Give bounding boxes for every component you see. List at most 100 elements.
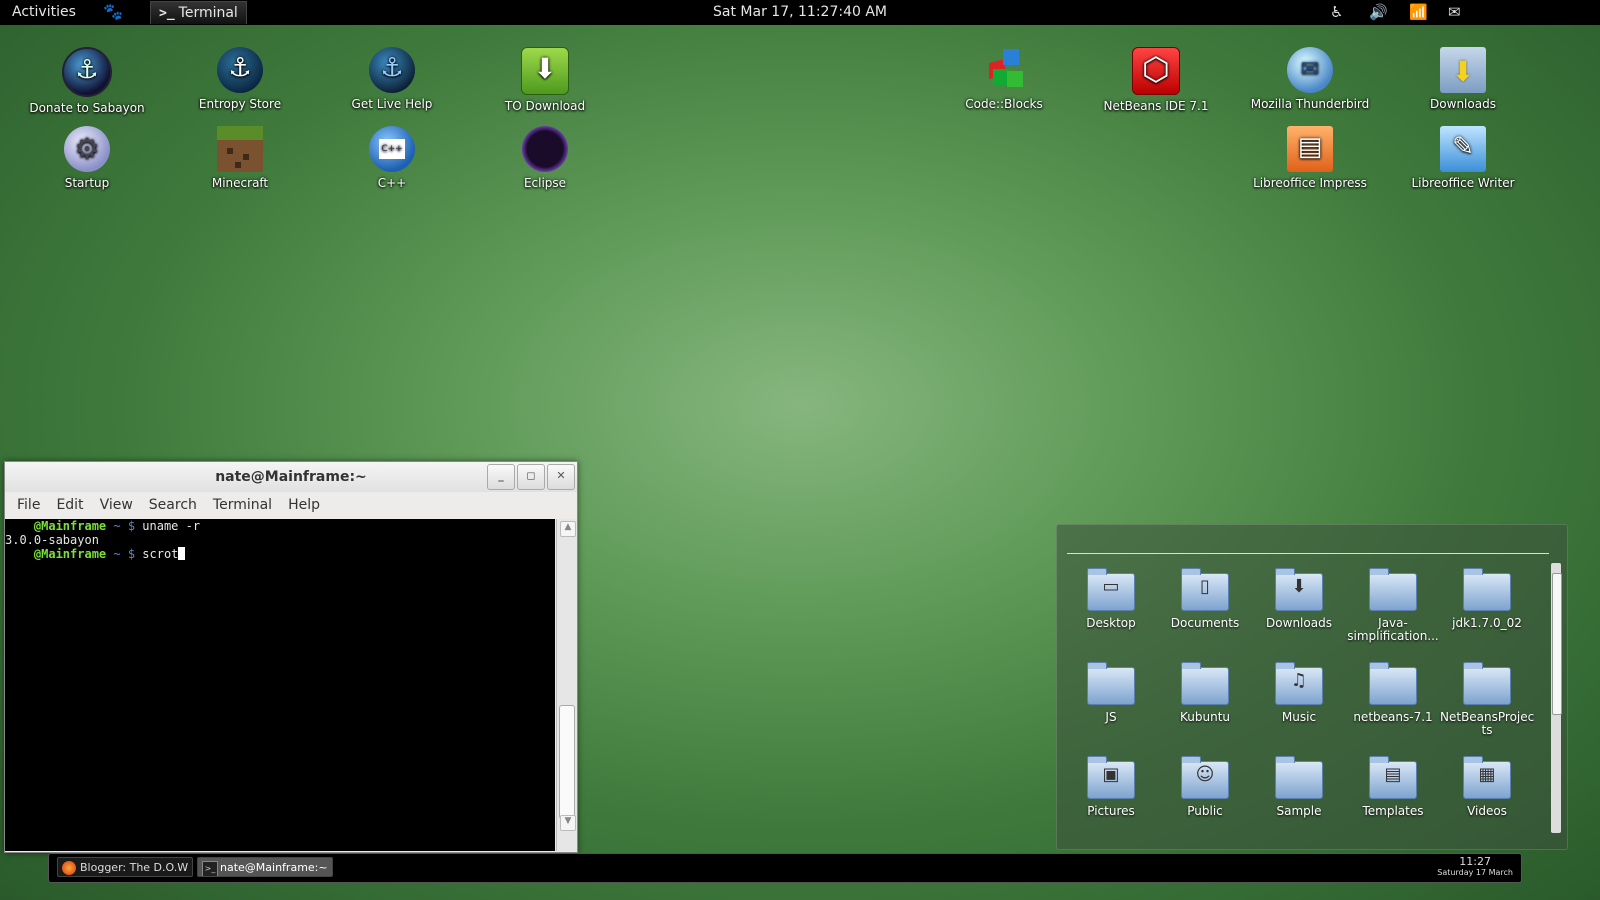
taskbar-item-blogger[interactable]: Blogger: The D.O.W - ... (57, 857, 193, 877)
folder-icon (1181, 662, 1229, 705)
desktop-icon-minecraft[interactable]: Minecraft (170, 126, 310, 190)
folder-item[interactable]: ▯ Documents (1158, 568, 1252, 630)
eclipse-icon (522, 126, 568, 172)
folder-item[interactable]: ▭ Desktop (1064, 568, 1158, 630)
folder-icon (1463, 568, 1511, 611)
desktop-icon-cpp[interactable]: C++ (322, 126, 462, 190)
folder-glyph: ▤ (1384, 764, 1402, 785)
folder-label: Templates (1362, 804, 1424, 818)
volume-icon[interactable]: 🔊 (1369, 3, 1388, 21)
desktop-icon-startup[interactable]: Startup (17, 126, 157, 190)
desktop-icon-label: Startup (64, 176, 110, 190)
desktop-icon-label: Donate to Sabayon (29, 101, 145, 115)
folder-item[interactable]: Java- simplification... (1346, 568, 1440, 643)
menu-help[interactable]: Help (280, 497, 328, 513)
folder-glyph: ⬇ (1291, 576, 1307, 597)
minimize-button[interactable]: _ (487, 464, 515, 490)
folder-glyph: ♫ (1290, 670, 1308, 691)
folder-icon (1463, 662, 1511, 705)
desktop-icon-libreoffice-impress[interactable]: Libreoffice Impress (1240, 126, 1380, 190)
taskbar-item-label: Blogger: The D.O.W - ... (80, 861, 192, 874)
folder-item[interactable]: JS (1064, 662, 1158, 724)
scroll-up-icon[interactable]: ▲ (560, 521, 576, 537)
files-scrollbar[interactable] (1551, 563, 1562, 833)
close-button[interactable]: ✕ (547, 464, 575, 490)
desktop-icon-get-live-help[interactable]: Get Live Help (322, 47, 462, 111)
menu-file[interactable]: File (9, 497, 48, 513)
bottom-clock[interactable]: 11:27 Saturday 17 March (1437, 855, 1513, 877)
clock-date: Saturday 17 March (1437, 868, 1513, 877)
prompt-host: @Mainframe (33, 547, 107, 561)
impress-icon (1287, 126, 1333, 172)
folder-label: Public (1187, 804, 1223, 818)
folder-item[interactable]: ♫ Music (1252, 662, 1346, 724)
menu-edit[interactable]: Edit (48, 497, 91, 513)
terminal-menubar: File Edit View Search Terminal Help (5, 492, 577, 518)
terminal-window[interactable]: nate@Mainframe:~ _ ◻ ✕ File Edit View Se… (4, 461, 578, 853)
codeblocks-icon (981, 47, 1027, 93)
folder-icon: ▭ (1087, 568, 1135, 611)
files-widget: ▭ Desktop ▯ Documents ⬇ Downloads Java- simpli… (1056, 524, 1568, 850)
live-help-icon (369, 47, 415, 93)
folder-item[interactable]: netbeans-7.1 (1346, 662, 1440, 724)
folder-icon: ♫ (1275, 662, 1323, 705)
command-text: scrot (142, 547, 179, 561)
desktop-icon-thunderbird[interactable]: Mozilla Thunderbird (1240, 47, 1380, 111)
writer-icon (1440, 126, 1486, 172)
wifi-icon[interactable]: 📶 (1409, 3, 1428, 21)
window-title: nate@Mainframe:~ (215, 469, 367, 485)
desktop-icon-donate-sabayon[interactable]: Donate to Sabayon (17, 47, 157, 115)
desktop-icon-label: Mozilla Thunderbird (1250, 97, 1370, 111)
desktop-icon-libreoffice-writer[interactable]: Libreoffice Writer (1393, 126, 1533, 190)
desktop-icon-label: Entropy Store (198, 97, 282, 111)
folder-item[interactable]: ▣ Pictures (1064, 756, 1158, 818)
folder-item[interactable]: jdk1.7.0_02 (1440, 568, 1534, 630)
folder-item[interactable]: Sample (1252, 756, 1346, 818)
desktop-icon-label: NetBeans IDE 7.1 (1103, 99, 1209, 113)
menu-search[interactable]: Search (141, 497, 205, 513)
desktop-icon-eclipse[interactable]: Eclipse (475, 126, 615, 190)
terminal-titlebar[interactable]: nate@Mainframe:~ _ ◻ ✕ (5, 462, 577, 492)
desktop-icon-label: Eclipse (523, 176, 567, 190)
top-clock[interactable]: Sat Mar 17, 11:27:40 AM (0, 4, 1600, 20)
desktop-icon-codeblocks[interactable]: Code::Blocks (934, 47, 1074, 111)
desktop-icon-label: Libreoffice Writer (1411, 176, 1515, 190)
desktop-icon-downloads[interactable]: Downloads (1393, 47, 1533, 111)
folder-label: Videos (1467, 804, 1507, 818)
desktop-icon-entropy-store[interactable]: Entropy Store (170, 47, 310, 111)
folder-item[interactable]: ⬇ Downloads (1252, 568, 1346, 630)
scroll-down-icon[interactable]: ▼ (560, 815, 576, 831)
top-panel: Activities 🐾 >_ Terminal Sat Mar 17, 11:… (0, 0, 1600, 25)
folder-label: Kubuntu (1179, 710, 1230, 724)
scrollbar-thumb[interactable] (1552, 573, 1562, 715)
terminal-line: @Mainframe ~ $ uname -r (5, 519, 555, 533)
cpp-icon (369, 126, 415, 172)
folder-label: Java- simplification... (1347, 616, 1439, 643)
folder-item[interactable]: NetBeansProjec ts (1440, 662, 1534, 737)
folder-item[interactable]: ☺ Public (1158, 756, 1252, 818)
folder-label: Desktop (1086, 616, 1136, 630)
accessibility-icon[interactable]: ♿ (1330, 3, 1343, 21)
maximize-button[interactable]: ◻ (517, 464, 545, 490)
folder-glyph: ▯ (1200, 576, 1210, 597)
menu-view[interactable]: View (92, 497, 141, 513)
folder-glyph: ▦ (1478, 764, 1496, 785)
folder-icon (1369, 568, 1417, 611)
desktop-icon-netbeans[interactable]: NetBeans IDE 7.1 (1086, 47, 1226, 113)
terminal-scrollbar[interactable]: ▲ ▼ (556, 519, 577, 851)
menu-terminal[interactable]: Terminal (205, 497, 280, 513)
desktop-icon-label: Downloads (1430, 97, 1496, 111)
folder-item[interactable]: ▤ Templates (1346, 756, 1440, 818)
prompt-host: @Mainframe (33, 519, 107, 533)
terminal-output[interactable]: @Mainframe ~ $ uname -r 3.0.0-sabayon @Ma… (5, 519, 555, 851)
user-icon[interactable]: ✉ (1448, 3, 1461, 21)
folder-item[interactable]: ▦ Videos (1440, 756, 1534, 818)
desktop-icon-label: TO Download (504, 99, 586, 113)
scrollbar-thumb[interactable] (559, 705, 575, 819)
clock-time: 11:27 (1459, 855, 1491, 868)
taskbar-item-terminal[interactable]: >_ nate@Mainframe:~ (197, 857, 333, 877)
desktop-icon-to-download[interactable]: TO Download (475, 47, 615, 113)
folder-label: Downloads (1266, 616, 1332, 630)
folder-item[interactable]: Kubuntu (1158, 662, 1252, 724)
firefox-icon (62, 861, 76, 875)
